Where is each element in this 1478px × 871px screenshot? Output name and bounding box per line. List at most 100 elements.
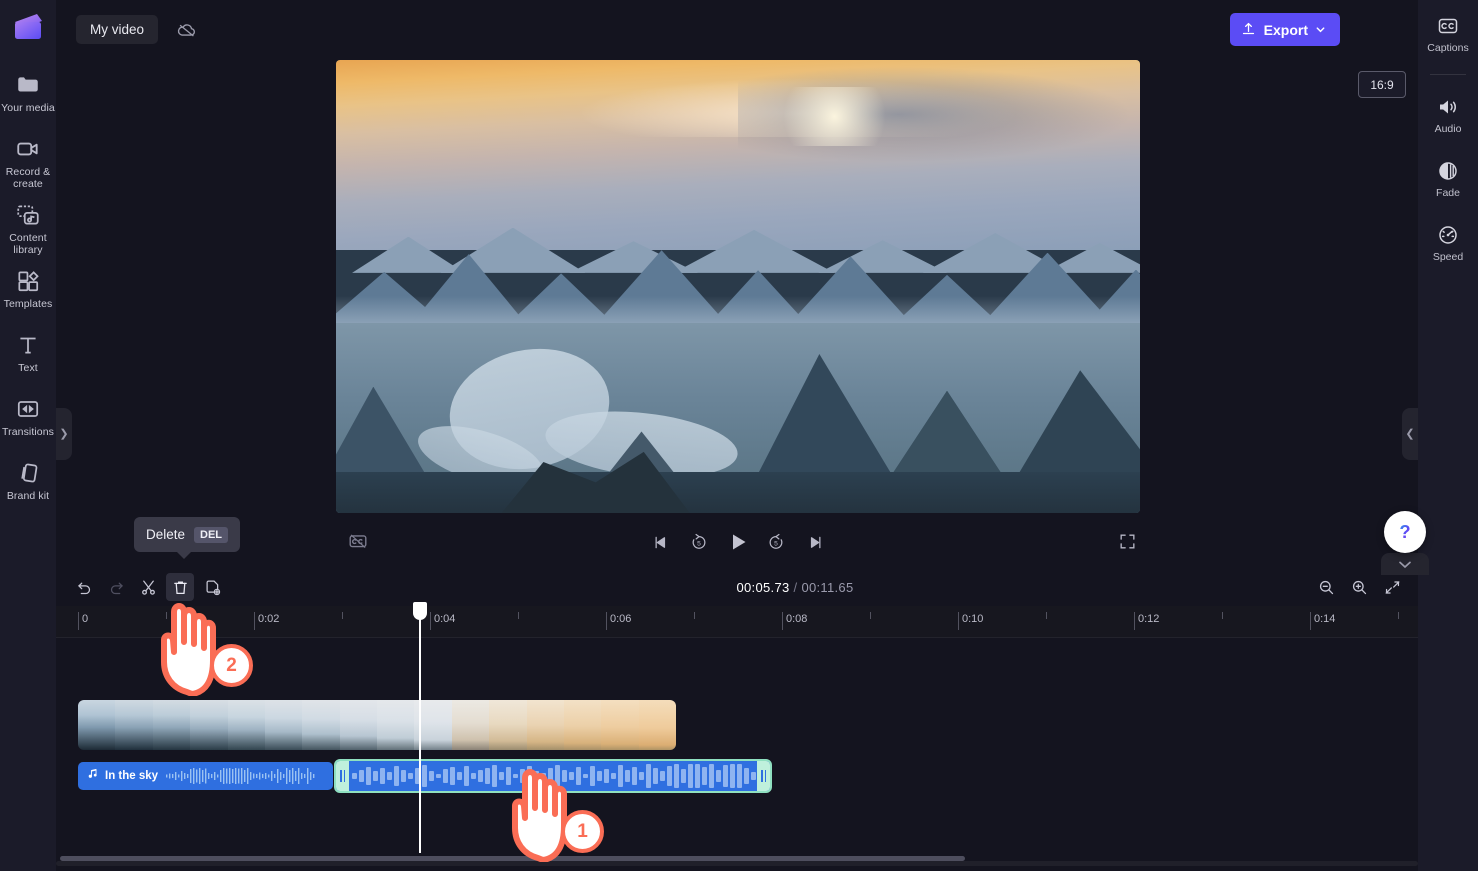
right-sidebar: Captions Audio Fade Speed: [1418, 0, 1478, 871]
aspect-ratio-badge[interactable]: 16:9: [1358, 71, 1406, 98]
right-item-audio[interactable]: Audio: [1418, 89, 1478, 141]
video-clip[interactable]: [78, 700, 676, 750]
playhead[interactable]: [413, 602, 427, 853]
sidebar-item-templates[interactable]: Templates: [0, 264, 56, 320]
undo-button[interactable]: [70, 573, 98, 601]
question-mark-icon: ?: [1399, 521, 1410, 542]
trim-handle-right[interactable]: [757, 761, 770, 791]
folder-icon: [15, 72, 41, 98]
annotation-badge: 1: [561, 810, 604, 853]
sidebar-item-label: Templates: [3, 298, 53, 310]
sidebar-item-record-create[interactable]: Record & create: [0, 132, 56, 190]
preview-sun: [770, 87, 899, 147]
ruler-label: 0:06: [610, 613, 632, 625]
app-logo: [11, 10, 45, 44]
right-item-label: Fade: [1436, 187, 1460, 199]
brand-kit-icon: [15, 460, 41, 486]
fade-icon: [1436, 159, 1460, 183]
ruler-label: 0: [82, 613, 89, 625]
help-collapse-tab[interactable]: [1381, 553, 1429, 575]
top-bar: My video Export: [56, 0, 1418, 58]
annotation-hand-2: 2: [152, 596, 253, 696]
sidebar-item-label: Brand kit: [6, 490, 50, 502]
chevron-right-icon: ❯: [59, 427, 69, 440]
undo-icon: [77, 582, 90, 594]
sidebar-item-label: Transitions: [1, 426, 55, 438]
ruler-label: 0:08: [786, 613, 808, 625]
ruler-label: 0:04: [434, 613, 456, 625]
audio-waveform: [166, 768, 315, 784]
time-separator: /: [793, 579, 798, 595]
annotation-badge: 2: [210, 644, 253, 687]
captions-off-icon[interactable]: [343, 526, 373, 556]
tooltip-shortcut: DEL: [194, 526, 229, 543]
forward-5-icon[interactable]: 5: [761, 527, 791, 557]
sidebar-item-transitions[interactable]: Transitions: [0, 392, 56, 448]
ruler-label: 0:14: [1314, 613, 1336, 625]
music-note-icon: [86, 767, 99, 785]
export-button[interactable]: Export: [1229, 13, 1340, 46]
timeline-toolbar: 00:05.73 / 00:11.65: [56, 568, 1418, 606]
duplicate-icon: [205, 580, 220, 595]
export-label: Export: [1263, 21, 1308, 38]
right-item-captions[interactable]: Captions: [1418, 8, 1478, 60]
timeline-ruler[interactable]: 0 0:02 0:04 0:06 0:08 0:10 0:12 0:14: [56, 606, 1418, 638]
trim-handle-left[interactable]: [336, 761, 349, 791]
sidebar-item-your-media[interactable]: Your media: [0, 68, 56, 124]
sidebar-item-content-library[interactable]: Content library: [0, 198, 56, 256]
tooltip-arrow: [176, 551, 192, 559]
sidebar-divider: [1430, 74, 1466, 75]
rewind-5-icon[interactable]: 5: [684, 527, 714, 557]
zoom-in-button[interactable]: [1345, 573, 1373, 601]
sidebar-item-label: Your media: [1, 102, 55, 114]
sidebar-item-label: Record & create: [5, 166, 51, 190]
redo-button[interactable]: [102, 573, 130, 601]
cloud-off-icon[interactable]: [172, 15, 202, 44]
fit-to-screen-icon: [1385, 580, 1399, 594]
video-preview[interactable]: [336, 60, 1140, 513]
skip-start-icon[interactable]: [645, 527, 675, 557]
speaker-icon: [1436, 95, 1460, 119]
sidebar-item-text[interactable]: Text: [0, 328, 56, 384]
play-button[interactable]: [723, 527, 753, 557]
magnifier-plus-icon: [1352, 580, 1366, 594]
collapse-left-panel-button[interactable]: ❯: [56, 408, 72, 460]
text-icon: [15, 332, 41, 358]
project-name-field[interactable]: My video: [76, 15, 159, 44]
left-sidebar: Your media Record & create Content libra…: [0, 0, 56, 871]
annotation-hand-1: 1: [503, 762, 604, 862]
ruler-label: 0:02: [258, 613, 280, 625]
help-button[interactable]: ?: [1384, 511, 1426, 553]
fullscreen-icon[interactable]: [1112, 526, 1142, 556]
transitions-icon: [15, 396, 41, 422]
templates-icon: [15, 268, 41, 294]
tooltip-text: Delete: [146, 527, 186, 542]
redo-icon: [110, 582, 123, 594]
trash-icon: [173, 580, 187, 594]
fit-to-screen-button[interactable]: [1378, 573, 1406, 601]
current-time: 00:05.73: [736, 579, 790, 595]
timeline-tracks[interactable]: In the sky: [56, 638, 1418, 853]
time-display: 00:05.73 / 00:11.65: [680, 568, 910, 606]
playhead-handle[interactable]: [413, 602, 427, 620]
delete-tooltip: Delete DEL: [134, 517, 241, 559]
scissors-icon: [141, 580, 155, 595]
sidebar-item-label: Text: [18, 362, 38, 374]
svg-text:?: ?: [1399, 521, 1410, 542]
video-camera-icon: [15, 136, 41, 162]
speedometer-icon: [1436, 223, 1460, 247]
skip-end-icon[interactable]: [800, 527, 830, 557]
playback-controls: 5 5: [645, 524, 830, 560]
upload-icon: [1240, 20, 1257, 40]
collapse-right-panel-button[interactable]: ❮: [1402, 408, 1418, 460]
right-item-fade[interactable]: Fade: [1418, 153, 1478, 205]
svg-text:5: 5: [697, 540, 701, 547]
sidebar-item-brand-kit[interactable]: Brand kit: [0, 456, 56, 512]
zoom-out-button[interactable]: [1312, 573, 1340, 601]
chevron-down-icon: [1315, 22, 1326, 38]
timeline-scrollbar-track[interactable]: [56, 856, 1418, 866]
audio-clip-in-the-sky[interactable]: In the sky: [78, 762, 333, 790]
sidebar-item-label: Content library: [9, 232, 47, 256]
right-item-speed[interactable]: Speed: [1418, 217, 1478, 269]
right-item-label: Captions: [1427, 42, 1469, 54]
